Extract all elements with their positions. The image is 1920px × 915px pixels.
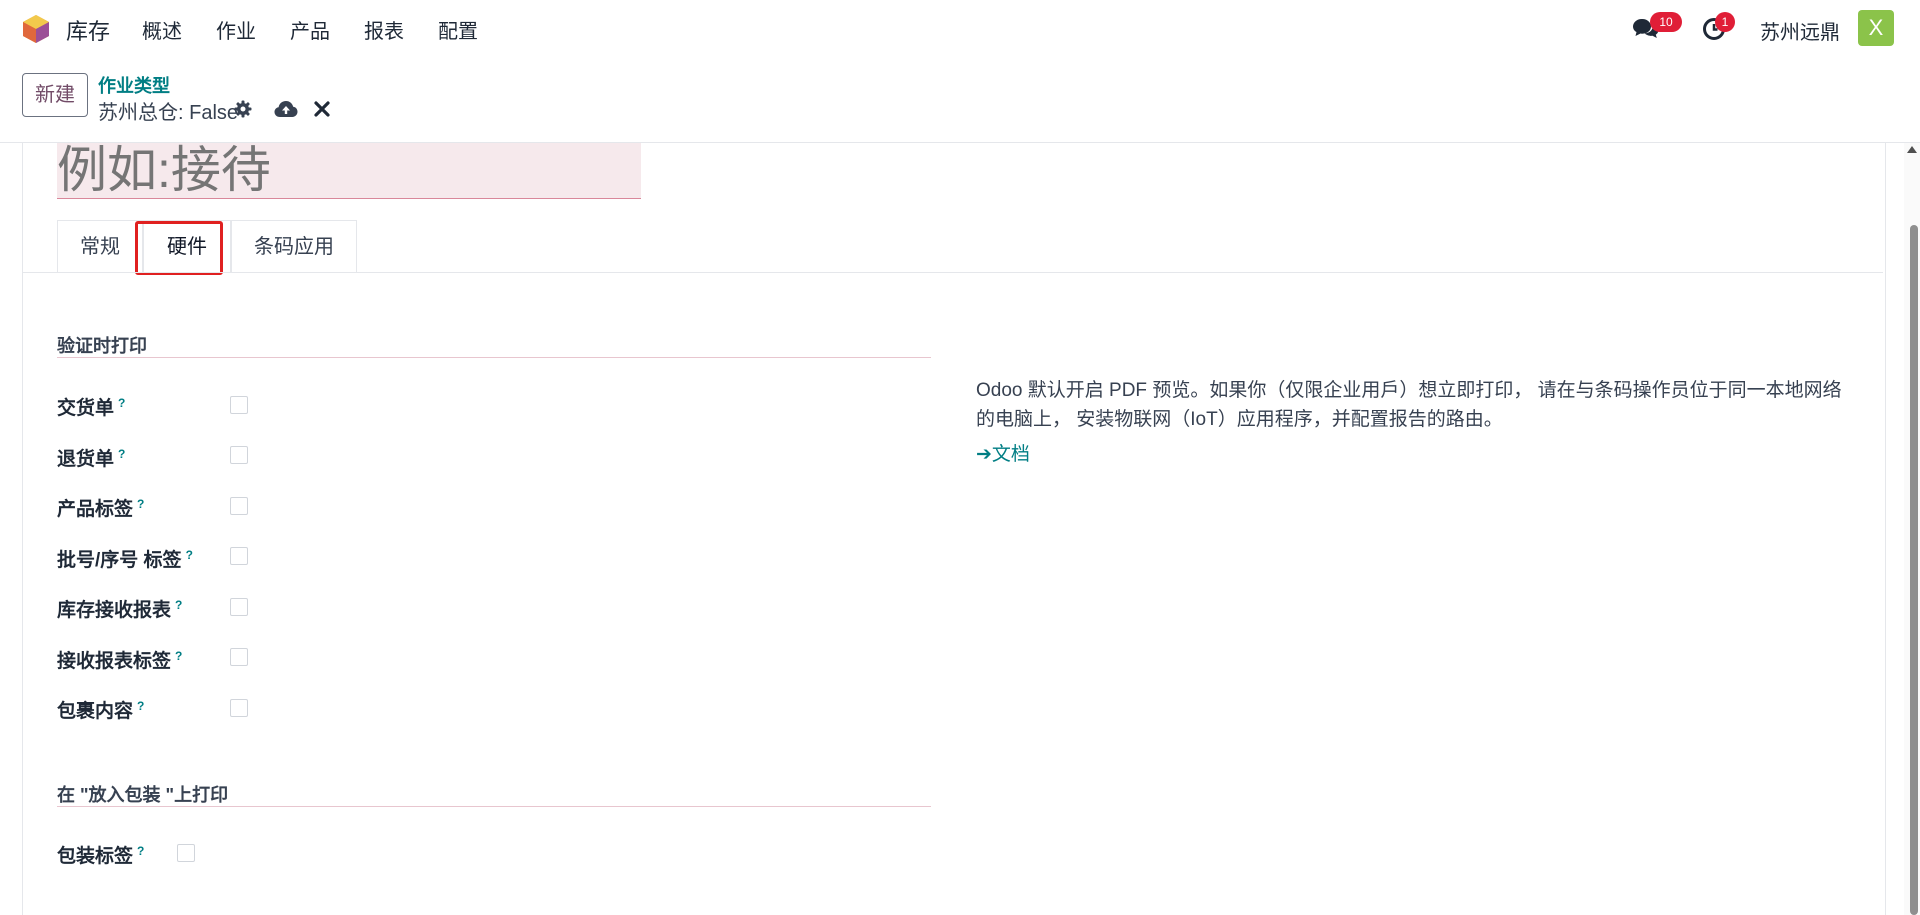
main-menu: 概述 作业 产品 报表 配置: [142, 15, 512, 44]
field-label-reception-report: 库存接收报表?: [57, 597, 183, 621]
close-icon[interactable]: [314, 100, 330, 118]
tab-general[interactable]: 常规: [57, 220, 143, 272]
section-print-on-put-in-pack: 在 "放入包装 "上打印: [57, 785, 229, 805]
documentation-link[interactable]: ➔文档: [976, 439, 1030, 466]
arrow-right-icon: ➔: [976, 444, 992, 465]
help-tooltip-icon[interactable]: ?: [186, 548, 193, 562]
odoo-app-icon[interactable]: [22, 14, 50, 44]
activities-badge: 1: [1715, 12, 1735, 32]
field-label-product-labels: 产品标签?: [57, 496, 145, 520]
checkbox-reception-report-labels[interactable]: [230, 648, 248, 666]
section-print-on-validation: 验证时打印: [57, 336, 147, 356]
field-label-lot-labels: 批号/序号 标签?: [57, 547, 193, 571]
checkbox-package-label[interactable]: [177, 844, 195, 862]
tab-hardware[interactable]: 硬件: [143, 220, 231, 272]
iot-info-text: Odoo 默认开启 PDF 预览。如果你（仅限企业用戶）想立即打印， 请在与条码…: [976, 380, 1842, 430]
checkbox-lot-labels[interactable]: [230, 547, 248, 565]
messages-badge: 10: [1650, 12, 1682, 32]
help-tooltip-icon[interactable]: ?: [137, 699, 144, 713]
help-tooltip-icon[interactable]: ?: [118, 447, 125, 461]
checkbox-return-slip[interactable]: [230, 446, 248, 464]
field-label-package-label: 包装标签?: [57, 843, 145, 867]
cloud-upload-icon[interactable]: [274, 99, 298, 119]
help-tooltip-icon[interactable]: ?: [175, 649, 182, 663]
field-label-package-contents: 包裹内容?: [57, 698, 145, 722]
help-tooltip-icon[interactable]: ?: [137, 497, 144, 511]
section-divider: [57, 357, 931, 358]
menu-overview[interactable]: 概述: [142, 15, 182, 44]
scrollbar-thumb[interactable]: [1910, 225, 1918, 915]
help-tooltip-icon[interactable]: ?: [175, 598, 182, 612]
checkbox-package-contents[interactable]: [230, 699, 248, 717]
checkbox-product-labels[interactable]: [230, 497, 248, 515]
checkbox-reception-report[interactable]: [230, 598, 248, 616]
gear-icon[interactable]: [234, 100, 252, 118]
section-divider: [57, 806, 931, 807]
app-name[interactable]: 库存: [66, 14, 110, 46]
breadcrumb-operation-types[interactable]: 作业类型: [98, 72, 170, 98]
checkbox-delivery-slip[interactable]: [230, 396, 248, 414]
menu-reporting[interactable]: 报表: [364, 15, 404, 44]
menu-configuration[interactable]: 配置: [438, 15, 478, 44]
field-label-reception-report-labels: 接收报表标签?: [57, 648, 183, 672]
user-avatar[interactable]: X: [1858, 10, 1894, 46]
top-navbar: 库存 概述 作业 产品 报表 配置 10 1 苏州远鼎 X: [0, 0, 1920, 58]
new-button[interactable]: 新建: [22, 73, 88, 117]
menu-products[interactable]: 产品: [290, 15, 330, 44]
field-label-delivery-slip: 交货单?: [57, 395, 126, 419]
help-tooltip-icon[interactable]: ?: [118, 396, 125, 410]
record-name: 苏州总仓: False: [98, 102, 239, 124]
tabs-divider: [23, 272, 1883, 273]
form-view: 常规 硬件 条码应用 验证时打印 交货单? 退货单? 产品标签? 批号/序号 标…: [0, 143, 1904, 915]
menu-operations[interactable]: 作业: [216, 15, 256, 44]
control-panel: 新建 作业类型 苏州总仓: False: [0, 58, 1920, 143]
form-sheet: 常规 硬件 条码应用 验证时打印 交货单? 退货单? 产品标签? 批号/序号 标…: [22, 143, 1886, 915]
operation-type-name-input[interactable]: [57, 143, 641, 199]
scroll-up-arrow-icon[interactable]: [1907, 146, 1917, 153]
field-label-return-slip: 退货单?: [57, 446, 126, 470]
help-tooltip-icon[interactable]: ?: [137, 844, 144, 858]
company-switcher[interactable]: 苏州远鼎: [1760, 16, 1840, 45]
tab-barcode-app[interactable]: 条码应用: [231, 220, 357, 272]
